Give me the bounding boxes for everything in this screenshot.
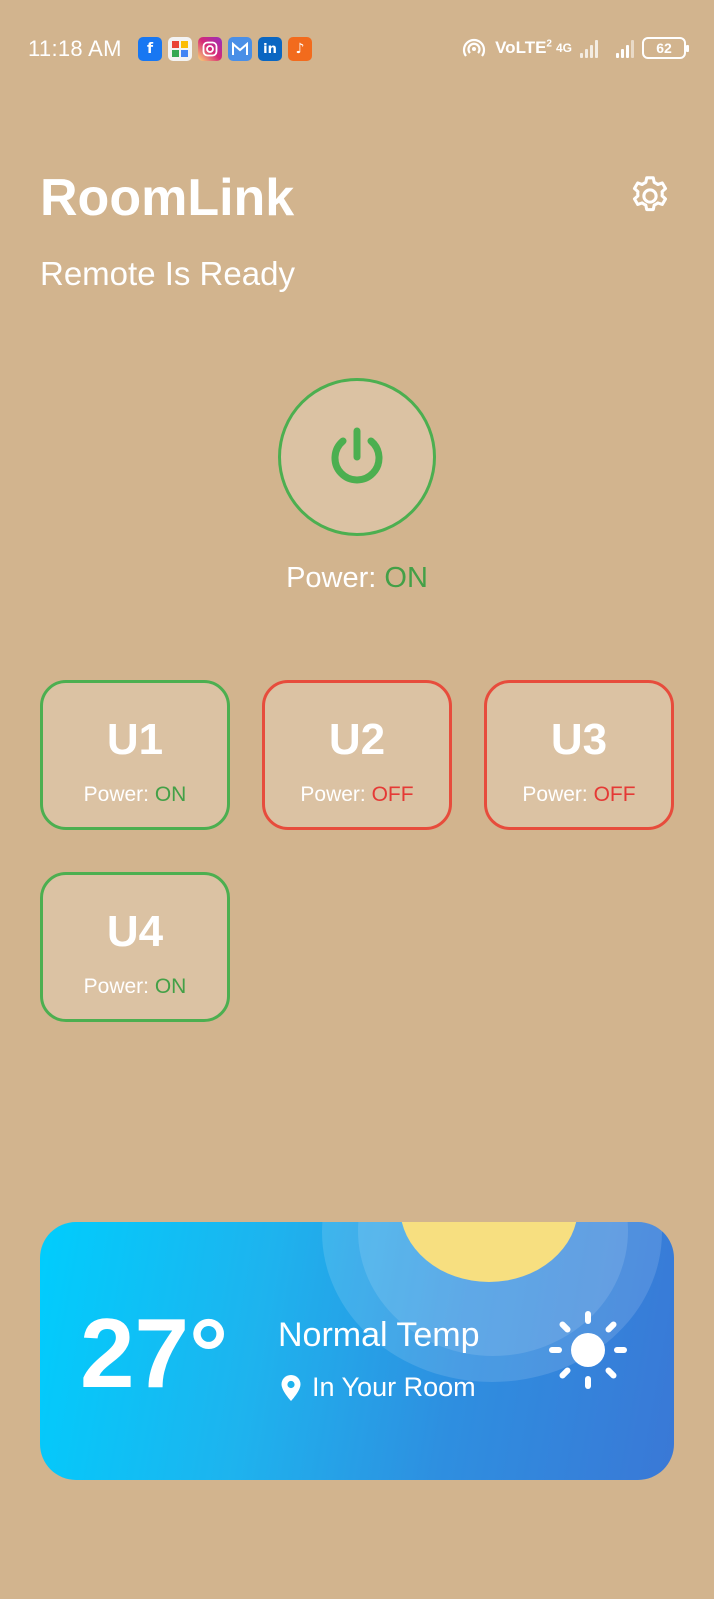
unit-card-u2[interactable]: U2 Power: OFF	[262, 680, 452, 830]
location-text: In Your Room	[312, 1372, 476, 1402]
unit-state: OFF	[371, 783, 414, 806]
linkedin-icon: in	[258, 37, 282, 61]
mail-icon	[228, 37, 252, 61]
main-power-button[interactable]	[278, 378, 436, 536]
status-bar: 11:18 AM f in ♪ VoLTE2 4G 62	[0, 0, 714, 100]
unit-power-status: Power: OFF	[522, 783, 636, 806]
location-row: In Your Room	[280, 1372, 476, 1403]
music-app-icon: ♪	[288, 37, 312, 61]
temperature-value: 27°	[80, 1298, 229, 1408]
map-pin-icon	[281, 1374, 301, 1401]
unit-name: U3	[550, 715, 608, 764]
temperature-card: 27° Normal Temp In Your Room	[40, 1222, 674, 1480]
unit-card-u1[interactable]: U1 Power: ON	[40, 680, 230, 830]
battery-level: 62	[656, 40, 672, 56]
volte-label: VoLTE2	[495, 38, 552, 57]
unit-power-status: Power: OFF	[300, 783, 414, 806]
gear-icon	[632, 176, 668, 212]
power-state: ON	[384, 562, 428, 594]
main-power-status: Power: ON	[0, 562, 714, 595]
battery-icon: 62	[642, 37, 689, 59]
status-time: 11:18 AM	[28, 36, 122, 61]
unit-state: ON	[154, 783, 187, 806]
facebook-icon: f	[138, 37, 162, 61]
status-indicators: VoLTE2 4G 62	[461, 36, 689, 60]
settings-button[interactable]	[626, 172, 674, 220]
hotspot-icon	[463, 38, 486, 57]
unit-name: U4	[106, 907, 164, 956]
instagram-icon	[198, 37, 222, 61]
unit-name: U1	[106, 715, 164, 764]
power-icon	[331, 427, 383, 484]
app-title: RoomLink	[40, 169, 295, 227]
notification-icons: f in ♪	[138, 37, 312, 61]
signal-strength-icon-2	[616, 38, 634, 58]
sun-icon	[549, 1311, 627, 1389]
unit-card-u4[interactable]: U4 Power: ON	[40, 872, 230, 1022]
power-label: Power:	[286, 562, 385, 594]
unit-power-status: Power: ON	[83, 783, 187, 806]
unit-card-u3[interactable]: U3 Power: OFF	[484, 680, 674, 830]
status-subtitle: Remote Is Ready	[40, 255, 295, 292]
unit-state: ON	[154, 975, 187, 998]
unit-name: U2	[328, 715, 386, 764]
signal-strength-icon	[580, 38, 598, 58]
photos-icon	[168, 37, 192, 61]
unit-state: OFF	[593, 783, 636, 806]
temperature-condition: Normal Temp	[278, 1316, 480, 1354]
unit-power-status: Power: ON	[83, 975, 187, 998]
network-type: 4G	[555, 41, 572, 55]
